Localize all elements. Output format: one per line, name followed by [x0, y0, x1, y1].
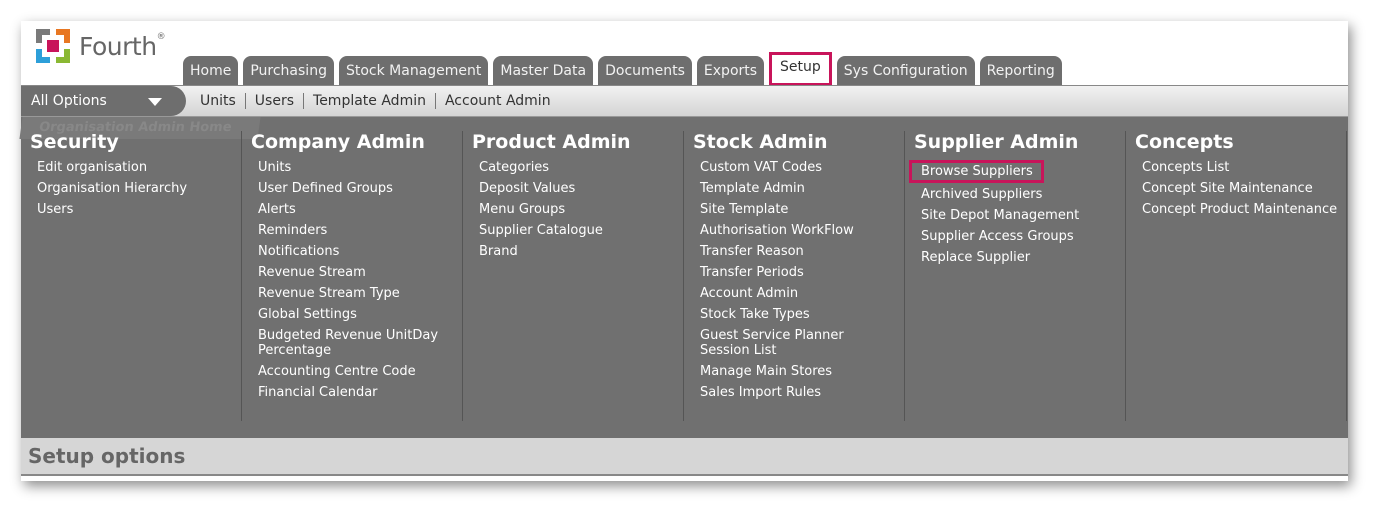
menu-column-product-admin: Product Admin Categories Deposit Values …	[463, 131, 684, 421]
tab-sys-configuration[interactable]: Sys Configuration	[836, 56, 975, 86]
menu-item-account-admin[interactable]: Account Admin	[700, 286, 904, 301]
main-tabs: Home Purchasing Stock Management Master …	[183, 52, 1067, 86]
column-title: Supplier Admin	[914, 131, 1079, 153]
menu-item-concept-site-maintenance[interactable]: Concept Site Maintenance	[1142, 181, 1346, 196]
menu-item-replace-supplier[interactable]: Replace Supplier	[921, 250, 1125, 265]
menu-item-site-depot-management[interactable]: Site Depot Management	[921, 208, 1125, 223]
menu-item-users[interactable]: Users	[37, 202, 241, 217]
sublink-template-admin[interactable]: Template Admin	[303, 93, 435, 109]
menu-item-units[interactable]: Units	[258, 160, 462, 175]
menu-item-organisation-hierarchy[interactable]: Organisation Hierarchy	[37, 181, 241, 196]
menu-column-security: Security Edit organisation Organisation …	[21, 131, 242, 421]
menu-item-custom-vat-codes[interactable]: Custom VAT Codes	[700, 160, 904, 175]
menu-item-revenue-stream-type[interactable]: Revenue Stream Type	[258, 286, 462, 301]
tab-documents[interactable]: Documents	[598, 56, 692, 86]
menu-column-supplier-admin: Supplier Admin Browse Suppliers Archived…	[905, 131, 1126, 421]
column-title: Security	[30, 131, 119, 153]
column-title: Stock Admin	[693, 131, 828, 153]
menu-item-transfer-periods[interactable]: Transfer Periods	[700, 265, 904, 280]
sublink-units[interactable]: Units	[191, 93, 245, 109]
sub-navigation-bar: All Options Units Users Template Admin A…	[21, 86, 1348, 117]
tab-master-data[interactable]: Master Data	[493, 56, 594, 86]
menu-item-financial-calendar[interactable]: Financial Calendar	[258, 385, 462, 400]
menu-item-accounting-centre-code[interactable]: Accounting Centre Code	[258, 364, 462, 379]
fourth-logo-icon	[36, 29, 70, 63]
menu-item-authorisation-workflow[interactable]: Authorisation WorkFlow	[700, 223, 904, 238]
menu-item-budgeted-revenue-unitday-percentage[interactable]: Budgeted Revenue UnitDay Percentage	[258, 328, 443, 358]
menu-item-categories[interactable]: Categories	[479, 160, 683, 175]
menu-item-manage-main-stores[interactable]: Manage Main Stores	[700, 364, 904, 379]
setup-options-bar: Setup options	[21, 438, 1348, 476]
setup-mega-menu: Organisation Admin Home Security Edit or…	[19, 117, 1348, 438]
menu-item-archived-suppliers[interactable]: Archived Suppliers	[921, 187, 1125, 202]
menu-item-sales-import-rules[interactable]: Sales Import Rules	[700, 385, 904, 400]
tab-setup[interactable]: Setup	[769, 52, 832, 86]
menu-item-concept-product-maintenance[interactable]: Concept Product Maintenance	[1142, 202, 1346, 217]
menu-item-transfer-reason[interactable]: Transfer Reason	[700, 244, 904, 259]
sublink-account-admin[interactable]: Account Admin	[434, 93, 560, 109]
menu-item-template-admin[interactable]: Template Admin	[700, 181, 904, 196]
menu-item-menu-groups[interactable]: Menu Groups	[479, 202, 683, 217]
menu-item-supplier-access-groups[interactable]: Supplier Access Groups	[921, 229, 1125, 244]
menu-item-user-defined-groups[interactable]: User Defined Groups	[258, 181, 462, 196]
app-frame: Fourth® Home Purchasing Stock Management…	[19, 21, 1348, 481]
menu-item-browse-suppliers[interactable]: Browse Suppliers	[909, 160, 1044, 183]
column-title: Product Admin	[472, 131, 631, 153]
menu-item-site-template[interactable]: Site Template	[700, 202, 904, 217]
menu-item-notifications[interactable]: Notifications	[258, 244, 462, 259]
tab-purchasing[interactable]: Purchasing	[243, 56, 334, 86]
menu-column-stock-admin: Stock Admin Custom VAT Codes Template Ad…	[684, 131, 905, 421]
page-title: Setup options	[28, 444, 186, 468]
menu-item-guest-service-planner-session-list[interactable]: Guest Service Planner Session List	[700, 328, 860, 358]
menu-item-reminders[interactable]: Reminders	[258, 223, 462, 238]
menu-item-deposit-values[interactable]: Deposit Values	[479, 181, 683, 196]
tab-exports[interactable]: Exports	[696, 56, 765, 86]
column-title: Company Admin	[251, 131, 425, 153]
menu-column-concepts: Concepts Concepts List Concept Site Main…	[1126, 131, 1347, 421]
fourth-logo[interactable]: Fourth®	[33, 25, 166, 67]
menu-item-concepts-list[interactable]: Concepts List	[1142, 160, 1346, 175]
menu-item-stock-take-types[interactable]: Stock Take Types	[700, 307, 904, 322]
menu-item-revenue-stream[interactable]: Revenue Stream	[258, 265, 462, 280]
column-title: Concepts	[1135, 131, 1234, 153]
logo-text: Fourth®	[79, 31, 166, 61]
tab-stock-management[interactable]: Stock Management	[338, 56, 489, 86]
sublink-users[interactable]: Users	[244, 93, 303, 109]
tab-home[interactable]: Home	[183, 56, 239, 86]
sub-links: Units Users Template Admin Account Admin	[191, 86, 560, 116]
all-options-dropdown[interactable]: All Options	[21, 86, 186, 116]
menu-column-company-admin: Company Admin Units User Defined Groups …	[242, 131, 463, 421]
menu-item-alerts[interactable]: Alerts	[258, 202, 462, 217]
menu-item-supplier-catalogue[interactable]: Supplier Catalogue	[479, 223, 683, 238]
menu-item-brand[interactable]: Brand	[479, 244, 683, 259]
menu-item-global-settings[interactable]: Global Settings	[258, 307, 462, 322]
chevron-down-icon	[148, 98, 162, 106]
tab-reporting[interactable]: Reporting	[979, 56, 1062, 86]
menu-item-edit-organisation[interactable]: Edit organisation	[37, 160, 241, 175]
